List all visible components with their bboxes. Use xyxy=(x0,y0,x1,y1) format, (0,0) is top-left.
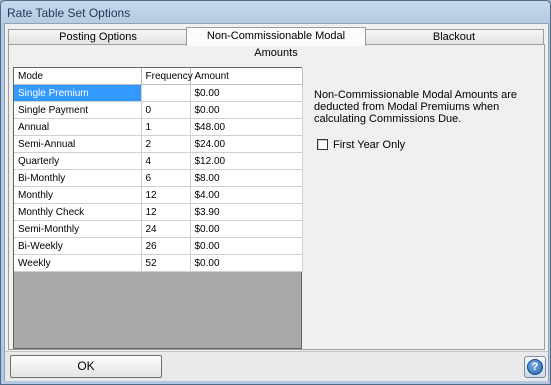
table-row[interactable]: Monthly 12 $4.00 xyxy=(14,186,303,204)
frequency-cell[interactable]: 12 xyxy=(140,186,191,204)
frequency-cell[interactable]: 0 xyxy=(140,101,191,119)
mode-cell[interactable]: Monthly Check xyxy=(14,203,142,221)
mode-cell[interactable]: Monthly xyxy=(14,186,142,204)
frequency-cell[interactable]: 4 xyxy=(140,152,191,170)
table-row[interactable]: Quarterly 4 $12.00 xyxy=(14,152,303,170)
tab-blackout[interactable]: Blackout xyxy=(364,29,544,45)
ok-button[interactable]: OK xyxy=(10,355,162,378)
table-row[interactable]: Semi-Monthly 24 $0.00 xyxy=(14,220,303,238)
tab-panel: Mode Frequency Amount Single Premium $0.… xyxy=(8,44,545,350)
frequency-cell[interactable]: 6 xyxy=(140,169,191,187)
grid-header-row: Mode Frequency Amount xyxy=(14,68,303,85)
mode-cell[interactable]: Quarterly xyxy=(14,152,142,170)
frequency-cell[interactable]: 1 xyxy=(140,118,191,136)
amount-cell[interactable]: $3.90 xyxy=(189,203,303,221)
first-year-only-option[interactable]: First Year Only xyxy=(317,138,405,151)
modal-amounts-grid: Mode Frequency Amount Single Premium $0.… xyxy=(13,67,303,349)
table-row[interactable]: Monthly Check 12 $3.90 xyxy=(14,203,303,221)
table-row[interactable]: Bi-Monthly 6 $8.00 xyxy=(14,169,303,187)
tab-non-commissionable-modal-amounts[interactable]: Non-Commissionable Modal Amounts xyxy=(186,27,366,59)
column-header-amount[interactable]: Amount xyxy=(189,68,303,85)
table-row[interactable]: Single Payment 0 $0.00 xyxy=(14,101,303,119)
frequency-cell[interactable]: 2 xyxy=(140,135,191,153)
modal-amounts-table: Mode Frequency Amount Single Premium $0.… xyxy=(14,68,303,272)
help-button[interactable]: ? xyxy=(524,356,546,378)
first-year-only-checkbox[interactable] xyxy=(317,139,328,150)
table-row[interactable]: Weekly 52 $0.00 xyxy=(14,254,303,272)
dialog-client-area: Posting Options Non-Commissionable Modal… xyxy=(4,23,549,381)
amount-cell[interactable]: $0.00 xyxy=(189,254,303,272)
window-title: Rate Table Set Options xyxy=(7,6,131,20)
table-row[interactable]: Bi-Weekly 26 $0.00 xyxy=(14,237,303,255)
help-icon: ? xyxy=(527,359,543,375)
mode-cell[interactable]: Annual xyxy=(14,118,142,136)
mode-cell[interactable]: Single Payment xyxy=(14,101,142,119)
mode-cell[interactable]: Bi-Monthly xyxy=(14,169,142,187)
amount-cell[interactable]: $12.00 xyxy=(189,152,303,170)
amount-cell[interactable]: $0.00 xyxy=(189,237,303,255)
tab-posting-options[interactable]: Posting Options xyxy=(8,29,188,45)
table-row[interactable]: Annual 1 $48.00 xyxy=(14,118,303,136)
column-header-frequency[interactable]: Frequency xyxy=(140,68,193,85)
mode-cell[interactable]: Semi-Annual xyxy=(14,135,142,153)
mode-cell[interactable]: Bi-Weekly xyxy=(14,237,142,255)
amount-cell[interactable]: $0.00 xyxy=(189,101,303,119)
column-header-mode[interactable]: Mode xyxy=(14,68,142,85)
amount-cell[interactable]: $24.00 xyxy=(189,135,303,153)
deduction-description: Non-Commissionable Modal Amounts are ded… xyxy=(314,89,517,125)
frequency-cell[interactable]: 26 xyxy=(140,237,191,255)
mode-cell[interactable]: Single Premium xyxy=(14,84,142,102)
mode-cell[interactable]: Weekly xyxy=(14,254,142,272)
button-bar: OK ? xyxy=(5,351,548,381)
table-row[interactable]: Semi-Annual 2 $24.00 xyxy=(14,135,303,153)
amount-cell[interactable]: $4.00 xyxy=(189,186,303,204)
amount-cell[interactable]: $48.00 xyxy=(189,118,303,136)
table-row[interactable]: Single Premium $0.00 xyxy=(14,84,303,102)
first-year-only-label[interactable]: First Year Only xyxy=(333,139,405,151)
frequency-cell[interactable]: 52 xyxy=(140,254,191,272)
frequency-cell[interactable] xyxy=(140,84,191,102)
frequency-cell[interactable]: 24 xyxy=(140,220,191,238)
frequency-cell[interactable]: 12 xyxy=(140,203,191,221)
amount-cell[interactable]: $0.00 xyxy=(189,84,303,102)
tab-strip: Posting Options Non-Commissionable Modal… xyxy=(8,27,544,59)
amount-cell[interactable]: $0.00 xyxy=(189,220,303,238)
amount-cell[interactable]: $8.00 xyxy=(189,169,303,187)
mode-cell[interactable]: Semi-Monthly xyxy=(14,220,142,238)
dialog-window: Rate Table Set Options Posting Options N… xyxy=(0,0,551,385)
